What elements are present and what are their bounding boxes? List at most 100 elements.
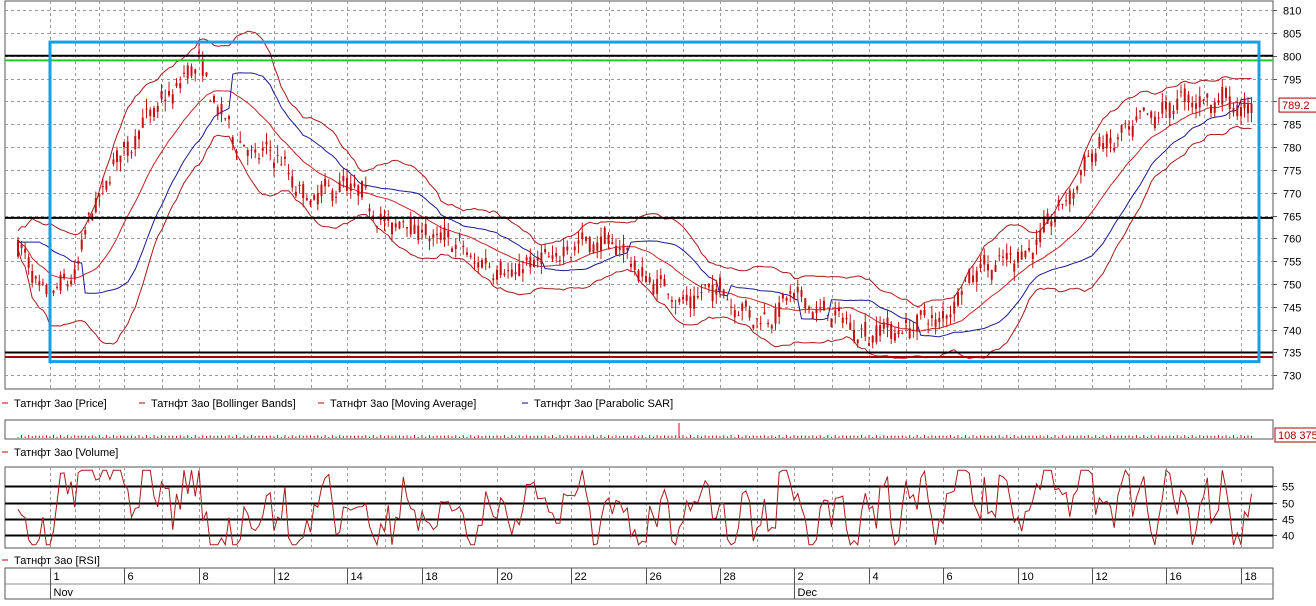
candle-body bbox=[273, 162, 275, 168]
candle-body bbox=[1210, 104, 1212, 113]
candle-body bbox=[652, 283, 655, 295]
candle-body bbox=[283, 156, 286, 159]
candle-body bbox=[357, 185, 360, 196]
candle-body bbox=[927, 323, 930, 325]
candle-body bbox=[659, 275, 662, 280]
price-panel-frame bbox=[4, 0, 1274, 390]
price-y-tick-label: 765 bbox=[1283, 212, 1301, 224]
rsi-y-tick-label: 50 bbox=[1282, 499, 1294, 511]
candle-body bbox=[864, 321, 867, 337]
candle-body bbox=[1057, 199, 1060, 206]
chart-svg[interactable]: 7307357407457507557607657707757807857907… bbox=[0, 0, 1316, 603]
candle-body bbox=[466, 252, 468, 255]
candle-body bbox=[24, 248, 27, 253]
candle-body bbox=[1120, 125, 1123, 133]
candle-body bbox=[957, 292, 959, 306]
candle-body bbox=[77, 261, 80, 264]
candle-body bbox=[246, 149, 249, 156]
candle-body bbox=[123, 141, 125, 148]
candle-body bbox=[826, 315, 829, 317]
candle-body bbox=[73, 269, 76, 278]
day-tick-label: 4 bbox=[873, 571, 879, 583]
day-tick-label: 16 bbox=[1170, 571, 1182, 583]
candle-body bbox=[313, 195, 316, 200]
candle-body bbox=[205, 72, 208, 76]
candle-body bbox=[254, 149, 257, 153]
candle-body bbox=[763, 312, 766, 315]
candle-body bbox=[298, 184, 301, 187]
candle-body bbox=[1061, 203, 1064, 205]
candle-body bbox=[953, 301, 956, 314]
candle-body bbox=[34, 276, 37, 279]
candle-body bbox=[770, 325, 773, 329]
legend-label: Татнфт 3ао [Parabolic SAR] bbox=[534, 398, 673, 410]
candle-body bbox=[656, 279, 659, 294]
rsi-legend-label: Татнфт 3ао [RSI] bbox=[14, 555, 100, 567]
candle-body bbox=[287, 172, 290, 175]
candle-body bbox=[890, 323, 893, 339]
candle-body bbox=[808, 306, 810, 309]
candle-body bbox=[447, 231, 450, 238]
candle-body bbox=[663, 279, 666, 287]
candle-body bbox=[1079, 170, 1082, 176]
candle-body bbox=[1180, 91, 1182, 93]
candle-body bbox=[186, 65, 189, 79]
candle-body bbox=[975, 270, 978, 282]
candle-body bbox=[897, 330, 900, 335]
volume-last-value-label: 108 375 bbox=[1278, 430, 1316, 442]
candle-body bbox=[737, 315, 740, 317]
candle-body bbox=[190, 66, 193, 76]
candle-body bbox=[294, 191, 297, 196]
candle-body bbox=[209, 100, 212, 102]
candle-body bbox=[1195, 103, 1197, 109]
candle-body bbox=[882, 322, 885, 329]
candle-body bbox=[119, 155, 122, 163]
candle-body bbox=[20, 244, 23, 248]
day-tick-label: 6 bbox=[947, 571, 953, 583]
candle-body bbox=[63, 273, 66, 279]
candle-body bbox=[949, 314, 952, 318]
chart-window: 7307357407457507557607657707757807857907… bbox=[0, 0, 1316, 603]
candle-body bbox=[719, 277, 721, 291]
candle-body bbox=[153, 108, 155, 117]
candle-body bbox=[630, 263, 632, 268]
candle-body bbox=[1031, 252, 1034, 260]
candle-body bbox=[875, 325, 878, 343]
candle-body bbox=[1017, 251, 1019, 263]
day-tick-label: 14 bbox=[351, 571, 363, 583]
candle-body bbox=[265, 141, 268, 145]
candle-body bbox=[581, 232, 584, 240]
candle-body bbox=[1250, 103, 1253, 113]
candle-body bbox=[346, 177, 348, 191]
candle-body bbox=[987, 264, 989, 271]
candle-body bbox=[1024, 250, 1027, 258]
price-y-tick-label: 735 bbox=[1283, 348, 1301, 360]
candle-body bbox=[730, 306, 733, 308]
candle-body bbox=[938, 318, 941, 323]
candle-body bbox=[183, 72, 185, 74]
candle-body bbox=[1206, 93, 1209, 98]
volume-legend-label: Татнфт 3ао [Volume] bbox=[14, 447, 118, 459]
price-y-tick-label: 740 bbox=[1283, 326, 1301, 338]
day-tick-label: 26 bbox=[650, 571, 662, 583]
legend-label: Татнфт 3ао [Bollinger Bands] bbox=[151, 398, 296, 410]
candle-body bbox=[436, 233, 438, 235]
candle-body bbox=[853, 329, 855, 342]
candle-body bbox=[1213, 102, 1216, 113]
price-legend: Татнфт 3ао [Price] Татнфт 3ао [Bollinger … bbox=[2, 398, 673, 410]
candle-body bbox=[327, 185, 330, 187]
day-tick-label: 20 bbox=[501, 571, 513, 583]
candle-body bbox=[879, 325, 882, 336]
candle-body bbox=[667, 293, 670, 295]
candle-body bbox=[607, 234, 610, 245]
candle-body bbox=[194, 69, 197, 74]
candle-body bbox=[291, 176, 294, 188]
candle-body bbox=[394, 223, 397, 228]
candle-body bbox=[402, 221, 405, 223]
candle-body bbox=[964, 277, 967, 279]
month-tick-label: Dec bbox=[798, 587, 818, 599]
candle-body bbox=[689, 296, 692, 308]
candle-body bbox=[112, 159, 115, 165]
candle-body bbox=[1124, 123, 1127, 125]
candle-body bbox=[309, 200, 312, 205]
